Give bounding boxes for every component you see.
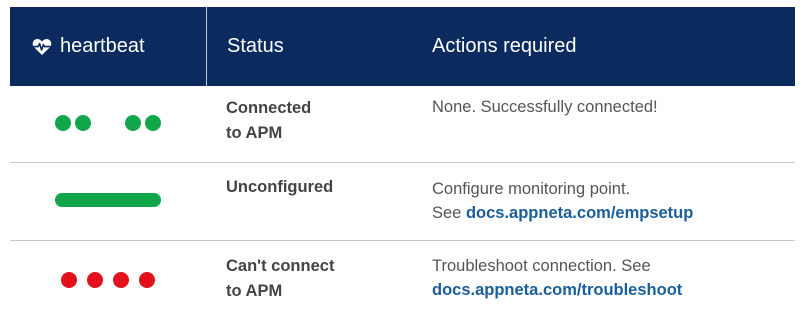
red-dot xyxy=(138,272,155,288)
indicator-connected xyxy=(10,108,205,138)
green-solid-bar xyxy=(54,193,161,207)
row-divider xyxy=(10,162,795,163)
status-line: Can't connect xyxy=(226,257,335,275)
action-line: Troubleshoot connection. See xyxy=(432,257,651,275)
status-cant-connect: Can't connect to APM xyxy=(226,254,416,304)
header-heartbeat: heartbeat xyxy=(32,7,145,86)
action-line: docs.appneta.com/troubleshoot xyxy=(432,278,792,302)
action-unconfigured: Configure monitoring point. See docs.app… xyxy=(432,177,792,225)
action-connected: None. Successfully connected! xyxy=(432,95,792,119)
action-cant-connect: Troubleshoot connection. See docs.appnet… xyxy=(432,254,792,302)
heart-pulse-icon xyxy=(32,38,52,55)
action-line: Configure monitoring point. xyxy=(432,180,631,198)
status-line: to APM xyxy=(226,282,283,300)
status-line: to APM xyxy=(226,124,283,142)
troubleshoot-link[interactable]: docs.appneta.com/troubleshoot xyxy=(432,281,682,299)
status-line: Unconfigured xyxy=(226,178,334,196)
green-dot xyxy=(124,115,141,131)
header-column-divider xyxy=(206,7,207,86)
green-dot xyxy=(74,115,91,131)
red-dot xyxy=(112,272,129,288)
indicator-unconfigured xyxy=(10,190,205,210)
action-prefix: See xyxy=(432,204,466,222)
action-line: See docs.appneta.com/empsetup xyxy=(432,201,792,225)
row-divider xyxy=(10,240,795,241)
indicator-cant-connect xyxy=(10,268,205,292)
red-dot xyxy=(60,272,77,288)
status-unconfigured: Unconfigured xyxy=(226,175,416,200)
header-status: Status xyxy=(227,35,284,57)
green-dot xyxy=(54,115,71,131)
action-line: None. Successfully connected! xyxy=(432,98,658,116)
status-line: Connected xyxy=(226,99,312,117)
red-dot xyxy=(86,272,103,288)
header-actions: Actions required xyxy=(432,35,577,57)
header-brand-label: heartbeat xyxy=(60,35,145,57)
green-dot xyxy=(144,115,161,131)
heartbeat-status-table: heartbeat Status Actions required Connec… xyxy=(10,0,795,312)
status-connected: Connected to APM xyxy=(226,96,416,146)
empsetup-link[interactable]: docs.appneta.com/empsetup xyxy=(466,204,693,222)
table-header: heartbeat Status Actions required xyxy=(10,7,795,86)
